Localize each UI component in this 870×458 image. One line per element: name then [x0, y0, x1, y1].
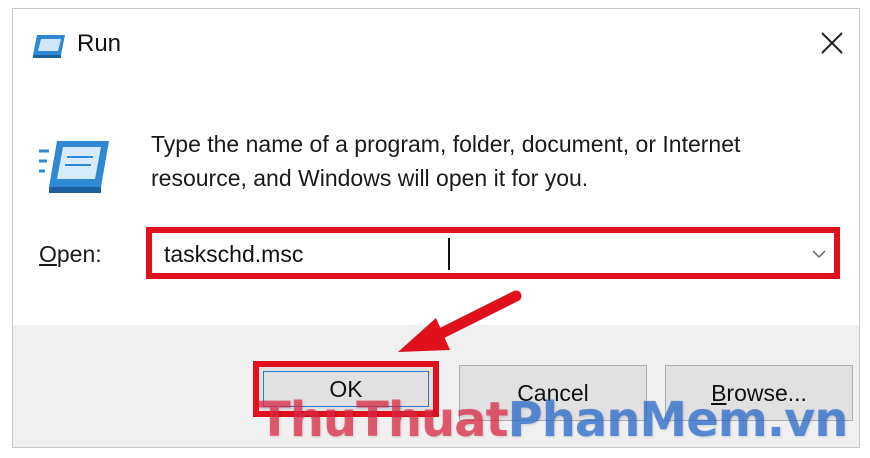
- text-caret: [448, 238, 450, 270]
- chevron-down-icon: [812, 250, 826, 259]
- open-label: Open:: [39, 237, 102, 271]
- open-combobox[interactable]: [146, 227, 840, 279]
- watermark-part-1: ThuThuat: [258, 392, 509, 448]
- open-input[interactable]: [160, 237, 802, 271]
- run-dialog: Run Type the name of a program, folder, …: [12, 8, 860, 448]
- window-title: Run: [77, 30, 122, 57]
- run-icon: [33, 35, 65, 58]
- close-icon: [821, 32, 843, 54]
- watermark-part-2: PhanMem.vn: [507, 392, 849, 448]
- dropdown-button[interactable]: [808, 243, 830, 265]
- watermark: ThuThuatPhanMem.vn: [258, 390, 849, 450]
- dialog-body: Type the name of a program, folder, docu…: [13, 77, 859, 325]
- dialog-description: Type the name of a program, folder, docu…: [151, 131, 741, 191]
- run-icon: [39, 141, 109, 193]
- title-bar[interactable]: Run: [13, 9, 859, 77]
- open-label-access-key: O: [39, 241, 57, 267]
- open-label-text: pen:: [56, 241, 102, 267]
- close-button[interactable]: [805, 17, 859, 69]
